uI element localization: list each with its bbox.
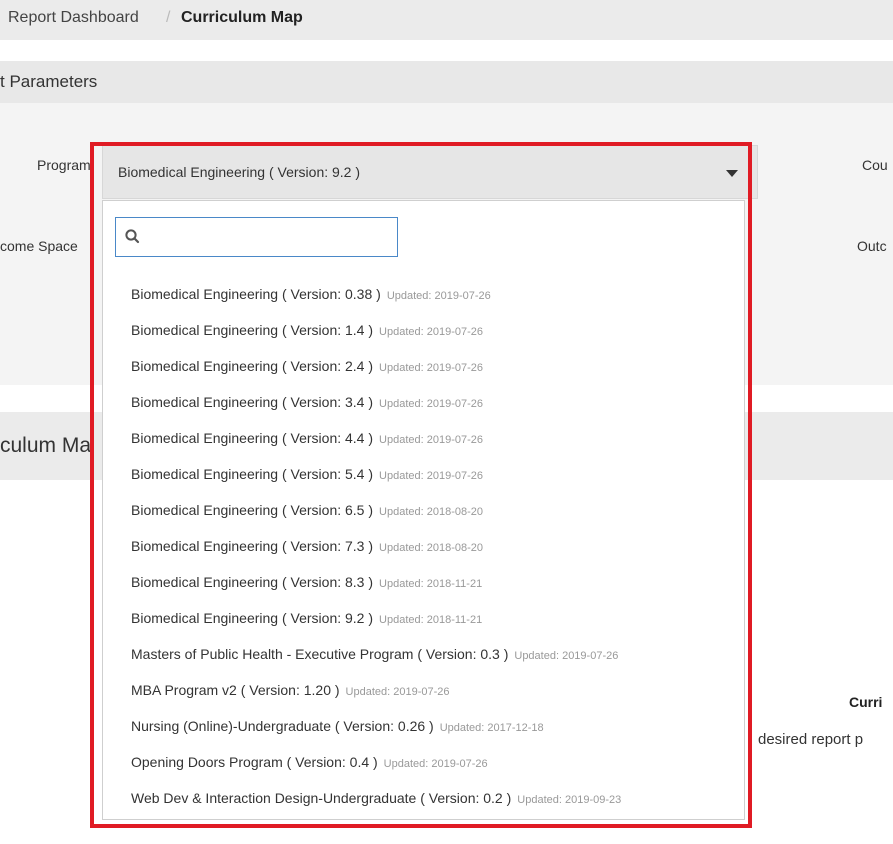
program-option-label: Biomedical Engineering ( Version: 9.2 ) <box>131 610 374 626</box>
program-dropdown: Biomedical Engineering ( Version: 0.38 )… <box>102 200 745 820</box>
report-parameters-header: t Parameters <box>0 61 893 103</box>
program-option-updated: Updated: 2019-07-26 <box>379 362 483 374</box>
program-option[interactable]: Biomedical Engineering ( Version: 3.4 ) U… <box>131 384 483 420</box>
program-option-updated: Updated: 2019-07-26 <box>379 326 483 338</box>
program-option[interactable]: Nursing (Online)-Undergraduate ( Version… <box>131 708 544 744</box>
program-option-label: Biomedical Engineering ( Version: 1.4 ) <box>131 322 374 338</box>
breadcrumb-current: Curriculum Map <box>181 9 303 26</box>
program-option-label: Web Dev & Interaction Design-Undergradua… <box>131 790 512 806</box>
program-option-updated: Updated: 2019-09-23 <box>517 794 622 806</box>
program-option-label: Masters of Public Health - Executive Pro… <box>131 646 509 662</box>
program-option-label: Biomedical Engineering ( Version: 4.4 ) <box>131 430 374 446</box>
program-option-label: Biomedical Engineering ( Version: 8.3 ) <box>131 574 374 590</box>
program-option-updated: Updated: 2019-07-26 <box>345 686 450 698</box>
program-option-label: Biomedical Engineering ( Version: 5.4 ) <box>131 466 374 482</box>
program-option[interactable]: Masters of Public Health - Executive Pro… <box>131 636 618 672</box>
program-option-updated: Updated: 2019-07-26 <box>514 650 619 662</box>
breadcrumb: Report Dashboard / Curriculum Map <box>0 0 893 40</box>
program-option[interactable]: Biomedical Engineering ( Version: 4.4 ) U… <box>131 420 483 456</box>
program-option-updated: Updated: 2018-08-20 <box>379 542 483 554</box>
program-option-label: MBA Program v2 ( Version: 1.20 ) <box>131 682 340 698</box>
program-option-label: Biomedical Engineering ( Version: 2.4 ) <box>131 358 374 374</box>
program-option[interactable]: Biomedical Engineering ( Version: 0.38 )… <box>131 276 491 312</box>
program-option-updated: Updated: 2018-08-20 <box>379 506 483 518</box>
program-label: Program <box>37 157 91 173</box>
program-option-label: Biomedical Engineering ( Version: 0.38 ) <box>131 286 381 302</box>
program-option-updated: Updated: 2018-11-21 <box>379 578 483 590</box>
program-option-label: Biomedical Engineering ( Version: 7.3 ) <box>131 538 374 554</box>
program-option-label: Biomedical Engineering ( Version: 6.5 ) <box>131 502 374 518</box>
program-option-updated: Updated: 2017-12-18 <box>439 722 544 734</box>
program-select-value: Biomedical Engineering ( Version: 9.2 ) <box>118 164 361 180</box>
caret-down-icon[interactable] <box>726 170 738 177</box>
program-option[interactable]: Web Dev & Interaction Design-Undergradua… <box>131 780 621 816</box>
curriculum-placeholder-title: Curri <box>849 694 883 710</box>
program-option[interactable]: Biomedical Engineering ( Version: 1.4 ) U… <box>131 312 483 348</box>
program-option-label: Nursing (Online)-Undergraduate ( Version… <box>131 718 434 734</box>
program-option[interactable]: Biomedical Engineering ( Version: 2.4 ) U… <box>131 348 483 384</box>
program-option-updated: Updated: 2019-07-26 <box>379 434 483 446</box>
breadcrumb-report-dashboard-link[interactable]: Report Dashboard <box>8 0 139 36</box>
breadcrumb-separator: / <box>166 9 171 26</box>
program-option-updated: Updated: 2019-07-26 <box>383 758 488 770</box>
program-option[interactable]: Biomedical Engineering ( Version: 6.5 ) U… <box>131 492 483 528</box>
program-search-input[interactable] <box>115 217 398 257</box>
program-option-updated: Updated: 2018-11-21 <box>379 614 483 626</box>
program-option[interactable]: Biomedical Engineering ( Version: 7.3 ) U… <box>131 528 483 564</box>
report-parameters-title: t Parameters <box>0 72 98 91</box>
program-option-updated: Updated: 2019-07-26 <box>386 290 491 302</box>
outcome-space-label: come Space <box>0 238 78 254</box>
search-icon <box>125 229 140 244</box>
program-option[interactable]: Biomedical Engineering ( Version: 8.3 ) U… <box>131 564 482 600</box>
outcome-label: Outc <box>857 238 887 254</box>
program-option-label: Biomedical Engineering ( Version: 3.4 ) <box>131 394 374 410</box>
curriculum-placeholder-text: desired report p <box>758 731 864 748</box>
program-option-updated: Updated: 2019-07-26 <box>379 398 483 410</box>
course-label: Cou <box>862 157 888 173</box>
program-option-label: Opening Doors Program ( Version: 0.4 ) <box>131 754 378 770</box>
program-option[interactable]: Biomedical Engineering ( Version: 5.4 ) U… <box>131 456 483 492</box>
program-option[interactable]: Biomedical Engineering ( Version: 9.2 ) U… <box>131 600 482 636</box>
program-option-updated: Updated: 2019-07-26 <box>379 470 483 482</box>
program-select[interactable]: Biomedical Engineering ( Version: 9.2 ) <box>102 145 758 199</box>
program-option[interactable]: MBA Program v2 ( Version: 1.20 ) Updated:… <box>131 672 450 708</box>
program-option[interactable]: Opening Doors Program ( Version: 0.4 ) Up… <box>131 744 488 780</box>
curriculum-map-title: culum Ma <box>0 434 92 457</box>
